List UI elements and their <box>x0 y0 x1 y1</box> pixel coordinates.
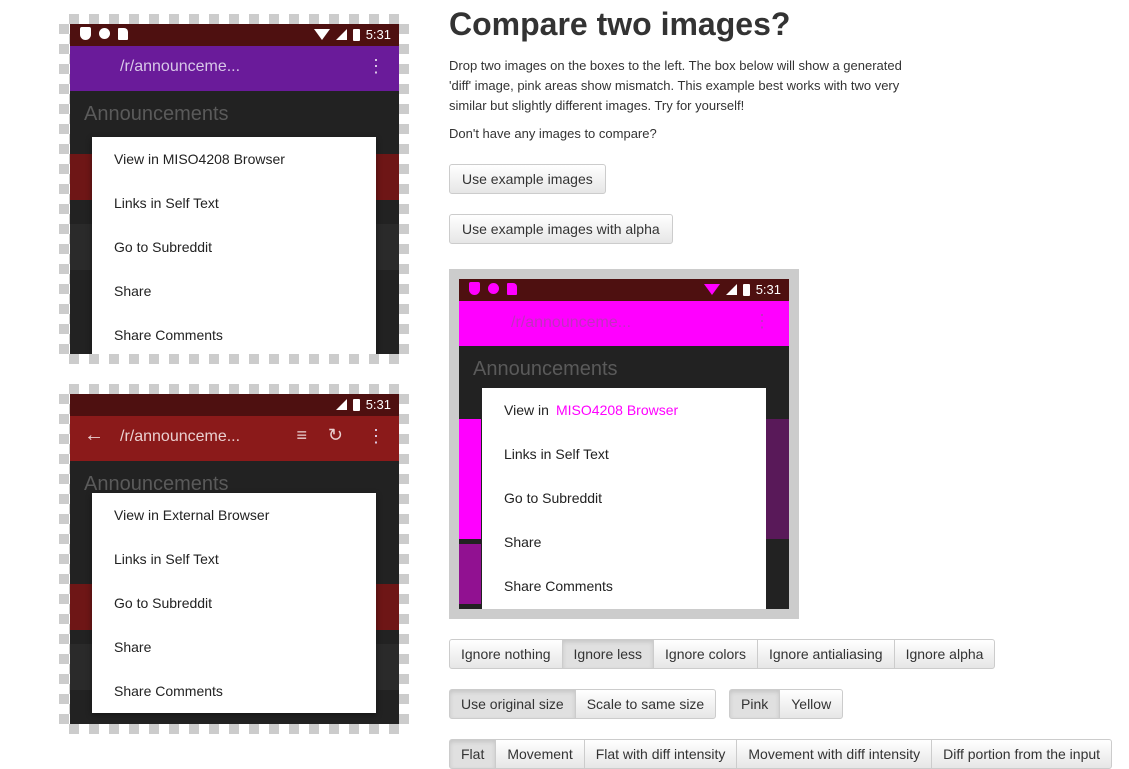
circle-icon <box>99 28 110 39</box>
context-menu: View in External Browser Links in Self T… <box>92 493 376 713</box>
diff-portion-button[interactable]: Diff portion from the input <box>931 739 1113 769</box>
battery-icon <box>352 398 360 411</box>
ignore-alpha-button[interactable]: Ignore alpha <box>893 639 996 669</box>
refresh-icon: ↻ <box>327 425 343 445</box>
signal-icon <box>335 399 347 410</box>
diff-mode-group: Flat Movement Flat with diff intensity M… <box>449 739 1113 769</box>
menu-item-view-browser: View in MISO4208 Browser <box>482 388 766 432</box>
color-options-group: Pink Yellow <box>729 689 844 719</box>
diff-image: 5:31 /r/announceme... ⋮ Announcements Vi… <box>459 279 789 609</box>
size-options-group: Use original size Scale to same size <box>449 689 717 719</box>
circle-icon <box>488 283 499 294</box>
status-bar: 5:31 <box>70 394 399 416</box>
app-title: /r/announceme... <box>511 314 632 331</box>
ignore-less-button[interactable]: Ignore less <box>561 639 655 669</box>
image-dropzone-b[interactable]: 5:31 ← /r/announceme... ≡ ↻ ⋮ Announceme… <box>59 384 409 734</box>
diff-region <box>459 544 481 604</box>
app-bar: /r/announceme... ⋮ <box>459 301 789 346</box>
feed-title: Announcements <box>473 358 618 380</box>
ignore-nothing-button[interactable]: Ignore nothing <box>449 639 563 669</box>
diff-region <box>766 419 789 539</box>
menu-item-share: Share <box>114 283 152 299</box>
signal-icon <box>725 284 737 295</box>
diff-overlay-text: MISO4208 Browser <box>556 402 679 418</box>
flat-button[interactable]: Flat <box>449 739 497 769</box>
use-example-alpha-button[interactable]: Use example images with alpha <box>449 214 673 244</box>
back-arrow-icon: ← <box>84 424 104 446</box>
page-description: Drop two images on the boxes to the left… <box>449 58 902 113</box>
feed-title: Announcements <box>84 103 229 125</box>
yellow-button[interactable]: Yellow <box>779 689 844 719</box>
status-time: 5:31 <box>755 282 781 297</box>
menu-item-share: Share <box>504 534 542 550</box>
diff-region <box>459 479 481 539</box>
movement-button[interactable]: Movement <box>495 739 585 769</box>
app-title: /r/announceme... <box>120 428 241 445</box>
scale-to-same-size-button[interactable]: Scale to same size <box>574 689 717 719</box>
use-original-size-button[interactable]: Use original size <box>449 689 576 719</box>
menu-item-links: Links in Self Text <box>114 195 219 211</box>
more-vert-icon: ⋮ <box>367 426 385 446</box>
menu-item-prefix: View in <box>504 402 549 418</box>
wifi-icon <box>703 284 720 295</box>
status-bar: 5:31 <box>70 24 399 46</box>
ignore-options-group: Ignore nothing Ignore less Ignore colors… <box>449 639 996 669</box>
menu-item-subreddit: Go to Subreddit <box>504 490 603 506</box>
shield-icon <box>80 27 91 40</box>
menu-item-view-browser: View in MISO4208 Browser <box>114 151 285 167</box>
movement-diff-intensity-button[interactable]: Movement with diff intensity <box>736 739 933 769</box>
ignore-antialiasing-button[interactable]: Ignore antialiasing <box>756 639 895 669</box>
status-bar: 5:31 <box>459 279 789 301</box>
menu-item-view-browser: View in External Browser <box>114 507 270 523</box>
menu-item-subreddit: Go to Subreddit <box>114 239 213 255</box>
wifi-icon <box>313 29 330 40</box>
more-vert-icon: ⋮ <box>753 311 771 331</box>
image-dropzone-a[interactable]: 5:31 /r/announceme... ⋮ Announcements Vi… <box>59 14 409 364</box>
pink-button[interactable]: Pink <box>729 689 781 719</box>
app-bar: /r/announceme... ⋮ <box>70 46 399 91</box>
sd-card-icon <box>507 282 517 295</box>
app-bar: ← /r/announceme... ≡ ↻ ⋮ <box>70 416 399 461</box>
ignore-colors-button[interactable]: Ignore colors <box>653 639 758 669</box>
menu-item-links: Links in Self Text <box>114 551 219 567</box>
no-images-prompt: Don't have any images to compare? <box>449 126 657 141</box>
menu-item-share-comments: Share Comments <box>114 327 223 343</box>
menu-item-subreddit: Go to Subreddit <box>114 595 213 611</box>
context-menu: View in MISO4208 Browser Links in Self T… <box>482 388 766 609</box>
menu-item-share-comments: Share Comments <box>504 578 613 594</box>
page-title: Compare two images? <box>449 6 791 42</box>
flat-diff-intensity-button[interactable]: Flat with diff intensity <box>583 739 738 769</box>
sd-card-icon <box>118 27 128 40</box>
status-time: 5:31 <box>365 397 391 412</box>
context-menu: View in MISO4208 Browser Links in Self T… <box>92 137 376 354</box>
status-time: 5:31 <box>365 27 391 42</box>
menu-item-share-comments: Share Comments <box>114 683 223 699</box>
sort-icon: ≡ <box>296 425 307 445</box>
battery-icon <box>352 28 360 41</box>
signal-icon <box>335 29 347 40</box>
shield-icon <box>469 282 480 295</box>
battery-icon <box>742 283 750 296</box>
menu-item-links: Links in Self Text <box>504 446 609 462</box>
app-title: /r/announceme... <box>120 58 241 75</box>
screenshot-a: 5:31 /r/announceme... ⋮ Announcements Vi… <box>70 24 399 354</box>
more-vert-icon: ⋮ <box>367 56 385 76</box>
menu-item-share: Share <box>114 639 152 655</box>
screenshot-b: 5:31 ← /r/announceme... ≡ ↻ ⋮ Announceme… <box>70 394 399 724</box>
diff-result: 5:31 /r/announceme... ⋮ Announcements Vi… <box>449 269 799 619</box>
use-example-images-button[interactable]: Use example images <box>449 164 606 194</box>
diff-region <box>459 419 481 479</box>
